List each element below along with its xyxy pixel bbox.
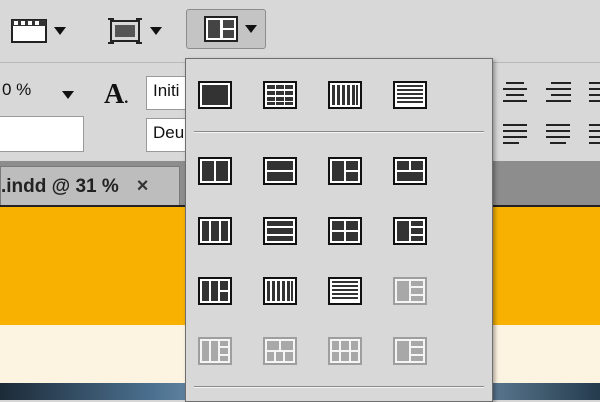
font-style-field[interactable]: Deu [146,118,186,152]
3-up-horizontal-icon[interactable] [393,157,427,185]
3-up-stacked-icon[interactable] [263,217,297,245]
chevron-down-icon [245,25,257,33]
align-towards-spine-icon[interactable] [588,81,600,103]
4-up-grid-icon[interactable] [328,217,362,245]
6-up-even-grid-disabled-icon [328,337,362,365]
chevron-down-icon [150,27,162,35]
chevron-down-icon [54,27,66,35]
4-up-mixed-icon[interactable] [393,217,427,245]
justify-left-icon[interactable] [502,123,528,145]
3-up-columns-icon[interactable] [198,217,232,245]
tile-all-horizontally-icon[interactable] [393,81,427,109]
5-up-layout-disabled-icon [393,277,427,305]
align-right-icon[interactable] [545,81,571,103]
screen-mode-icon [11,19,47,43]
frame-view-icon [108,18,142,44]
6-up-rows-icon[interactable] [328,277,362,305]
screen-mode-button[interactable] [10,12,66,50]
5-up-mixed-icon[interactable] [198,277,232,305]
font-style-value: Deu [153,123,185,142]
6-up-grid-disabled-icon [263,337,297,365]
2-up-vertical-icon[interactable] [198,157,232,185]
character-style-icon: A. [104,79,129,110]
menu-separator [194,131,484,133]
menu-separator [194,386,484,388]
consolidate-all-icon[interactable] [198,81,232,109]
2-up-horizontal-icon[interactable] [263,157,297,185]
justify-all-icon[interactable] [588,123,600,145]
application-bar [0,0,600,63]
tile-all-in-grid-icon[interactable] [263,81,297,109]
arrange-documents-button[interactable] [186,9,266,49]
font-family-value: Initi [153,81,180,100]
arrange-documents-icon [204,16,238,42]
close-icon[interactable]: × [137,175,149,198]
chevron-down-icon[interactable] [62,91,74,99]
font-family-field[interactable]: Initi [146,76,186,110]
5-up-disabled-icon [198,337,232,365]
document-tab-label: .indd @ 31 % [1,175,119,197]
3-up-vertical-icon[interactable] [328,157,362,185]
align-center-icon[interactable] [502,81,528,103]
view-options-button[interactable] [106,12,162,50]
zoom-value: 0 % [2,80,32,99]
arrange-documents-menu [185,58,493,402]
6-up-columns-icon[interactable] [263,277,297,305]
6-up-mixed-disabled-icon [393,337,427,365]
tile-all-vertically-icon[interactable] [328,81,362,109]
document-tab[interactable]: .indd @ 31 % × [0,166,180,206]
value-input[interactable] [0,116,84,152]
justify-center-icon[interactable] [545,123,571,145]
